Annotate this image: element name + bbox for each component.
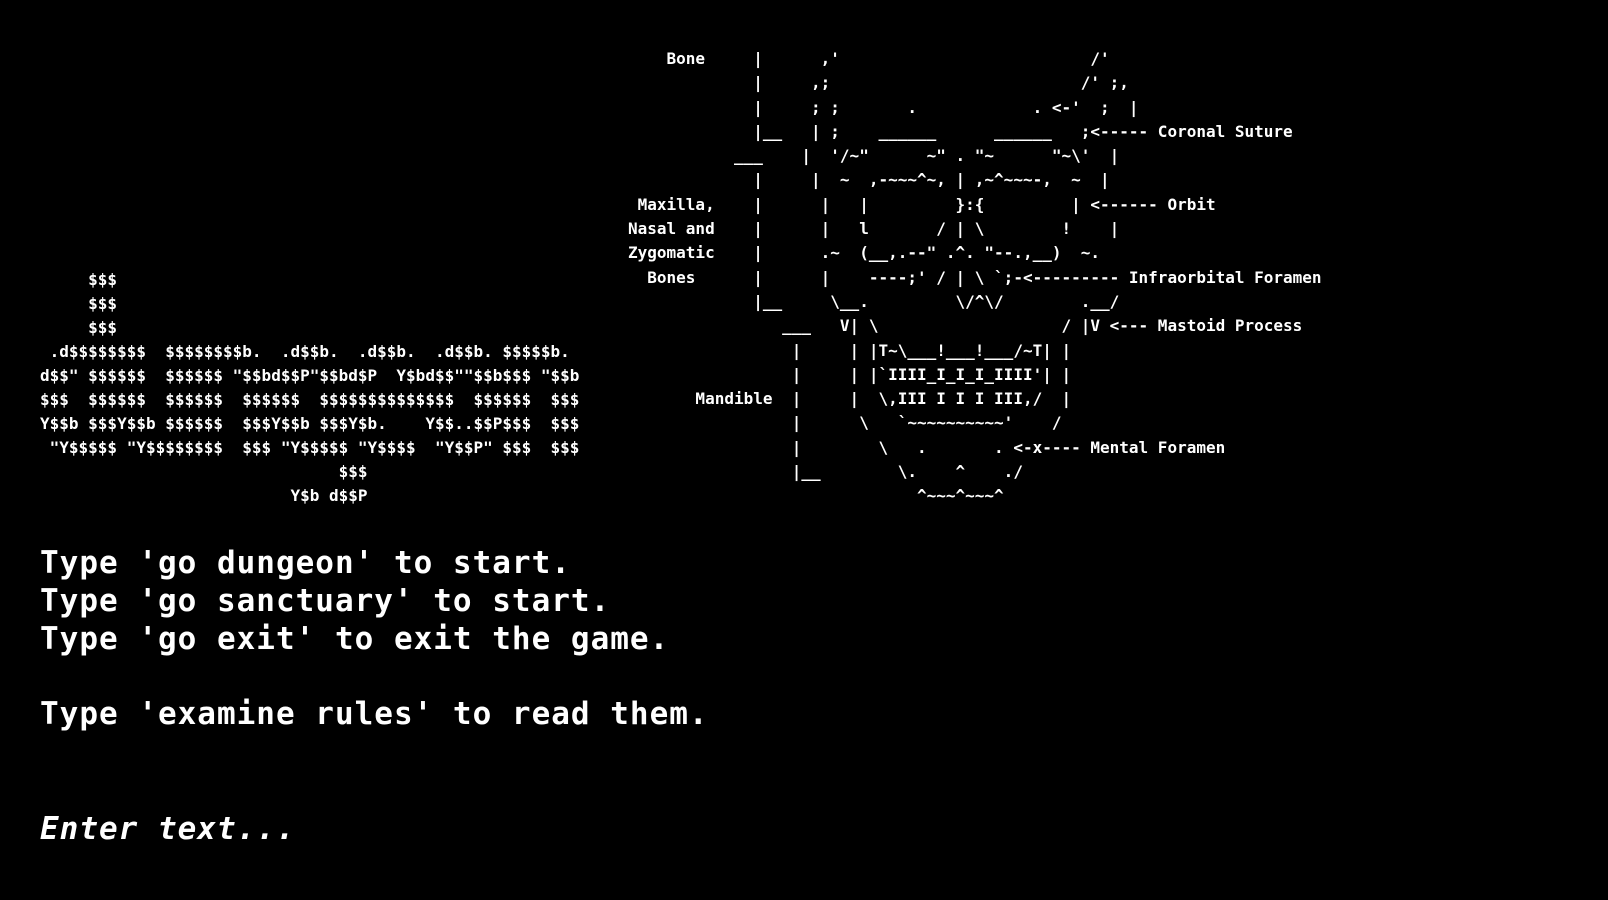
instruction-examine-rules: Type 'examine rules' to read them. <box>40 696 709 732</box>
game-screen: $$$ $$$ $$$ .d$$$$$$$$ $$$$$$$$b. .d$$b.… <box>0 0 1608 900</box>
skull-diagram-line: |__ \__. \/^\/ .__/ <box>628 291 1120 311</box>
skull-diagram-line: Zygomatic | .~ (__,.--" .^. "--.,__) ~. <box>628 243 1101 263</box>
skull-diagram-line: Maxilla, | | | }:{ | <------ Orbit <box>628 194 1216 214</box>
command-input[interactable] <box>40 808 1560 850</box>
ascii-logo-line: $$$ <box>40 318 118 337</box>
ascii-logo-line: $$$ <box>40 462 368 481</box>
ascii-logo-line: $$$ <box>40 270 118 289</box>
skull-diagram-line: ___ | '/~" ~" . "~ "~\' | <box>628 146 1120 166</box>
skull-diagram-line: Bones | | ----;' / | \ `;-<--------- Inf… <box>628 267 1322 287</box>
skull-diagram-line: | \ . . <-x---- Mental Foramen <box>628 437 1226 457</box>
ascii-logo-line: Y$$b $$$Y$$b $$$$$$ $$$Y$$b $$$Y$b. Y$$.… <box>40 414 580 433</box>
skull-diagram-line: | | |`IIII_I_I_I_IIII'| | <box>628 364 1072 384</box>
skull-diagram-line: ___ V| \ / |V <--- Mastoid Process <box>628 316 1303 336</box>
skull-diagram-line: Bone | ,' /' <box>628 49 1110 68</box>
skull-diagram-line: Mandible | | \,III I I I III,/ | <box>628 389 1072 409</box>
ascii-logo-line: Y$b d$$P <box>40 486 368 505</box>
skull-diagram-line: | ,; /' ;, <box>628 73 1129 93</box>
ascii-logo-line: d$$" $$$$$$ $$$$$$ "$$bd$$P"$$bd$P Y$bd$… <box>40 366 580 385</box>
ascii-logo-line: .d$$$$$$$$ $$$$$$$$b. .d$$b. .d$$b. .d$$… <box>40 342 570 361</box>
skull-diagram-line: | ; ; . . <-' ; | <box>628 97 1139 117</box>
ascii-logo: $$$ $$$ $$$ .d$$$$$$$$ $$$$$$$$b. .d$$b.… <box>40 268 579 508</box>
skull-diagram-line: |__ | ; ______ ______ ;<----- Coronal Su… <box>628 121 1293 141</box>
skull-diagram-line: | | |T~\___!___!___/~T| | <box>628 340 1072 360</box>
ascii-logo-line: $$$ <box>40 294 118 313</box>
instruction-messages: Type 'go dungeon' to start. Type 'go san… <box>40 544 709 733</box>
skull-diagram-line: | \ `~~~~~~~~~~' / <box>628 413 1062 433</box>
instruction-go-sanctuary: Type 'go sanctuary' to start. <box>40 583 611 619</box>
ascii-logo-line: $$$ $$$$$$ $$$$$$ $$$$$$ $$$$$$$$$$$$$$ … <box>40 390 580 409</box>
instruction-go-dungeon: Type 'go dungeon' to start. <box>40 545 571 581</box>
skull-diagram-line: Nasal and | | l / | \ ! | <box>628 219 1120 239</box>
skull-diagram-line: |__ \. ^ ./ <box>628 462 1023 482</box>
message-spacer <box>40 658 709 695</box>
ascii-skull-diagram: Bone | ,' /' | ,; /' ;, | ; ; . . <-' ; … <box>628 47 1322 509</box>
skull-diagram-line: | | ~ ,-~~~^~, | ,~^~~~-, ~ | <box>628 170 1110 190</box>
command-input-row <box>40 808 1560 850</box>
ascii-logo-line: "Y$$$$$ "Y$$$$$$$$ $$$ "Y$$$$$ "Y$$$$ "Y… <box>40 438 580 457</box>
instruction-go-exit: Type 'go exit' to exit the game. <box>40 621 670 657</box>
skull-diagram-line: ^~~~^~~~^ <box>628 486 1004 506</box>
